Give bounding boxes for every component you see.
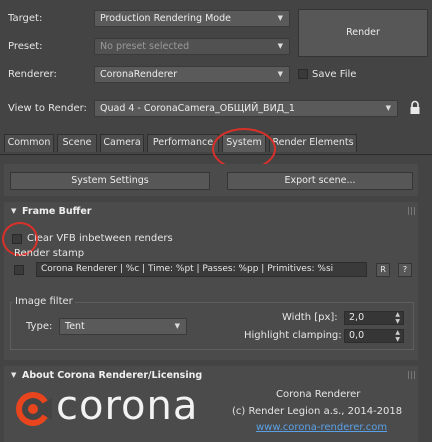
frame-buffer-title[interactable]: Frame Buffer — [22, 206, 91, 217]
highlight-clamping-label: Highlight clamping: — [244, 330, 342, 341]
stamp-help-button[interactable]: ? — [398, 263, 412, 277]
target-label: Target: — [8, 13, 43, 24]
preset-label: Preset: — [8, 41, 43, 52]
clear-vfb-label: Clear VFB inbetween renders — [27, 233, 173, 244]
collapse-arrow-icon[interactable]: ▼ — [11, 371, 16, 379]
website-link[interactable]: www.corona-renderer.com — [256, 422, 387, 433]
image-filter-label: Image filter — [13, 296, 75, 307]
tab-camera[interactable]: Camera — [100, 134, 144, 152]
corona-logo-text: corona — [56, 383, 199, 429]
view-to-render-label: View to Render: — [8, 103, 87, 114]
width-label: Width [px]: — [282, 312, 338, 323]
rollout-grip-icon — [408, 207, 416, 215]
preset-placeholder: No preset selected — [100, 41, 190, 52]
render-stamp-checkbox[interactable] — [14, 265, 24, 275]
preset-dropdown[interactable]: No preset selected ▼ — [94, 38, 290, 55]
about-title[interactable]: About Corona Renderer/Licensing — [22, 370, 202, 381]
tab-render-elements[interactable]: Render Elements — [269, 134, 357, 152]
render-button[interactable]: Render — [298, 9, 428, 57]
product-name: Corona Renderer — [276, 389, 361, 400]
width-spinner[interactable]: 2,0 ▲ ▼ — [344, 311, 404, 325]
copyright-text: (c) Render Legion a.s., 2014-2018 — [232, 406, 403, 417]
render-stamp-value: Corona Renderer | %c | Time: %pt | Passe… — [41, 264, 334, 274]
export-scene-button[interactable]: Export scene... — [227, 172, 413, 190]
stamp-reset-label: R — [380, 265, 386, 274]
stamp-reset-button[interactable]: R — [376, 263, 390, 277]
collapse-arrow-icon[interactable]: ▼ — [11, 207, 16, 215]
save-file-checkbox[interactable] — [298, 69, 308, 79]
tab-scene[interactable]: Scene — [57, 134, 97, 152]
renderer-label: Renderer: — [8, 69, 57, 80]
filter-type-value: Tent — [65, 321, 85, 332]
tab-common[interactable]: Common — [4, 134, 54, 152]
corona-logo-icon — [16, 392, 52, 426]
chevron-down-icon: ▼ — [277, 70, 283, 78]
width-value: 2,0 — [349, 312, 365, 323]
export-scene-label: Export scene... — [284, 175, 356, 186]
view-to-render-value: Quad 4 - CoronaCamera_ОБЩИЙ_ВИД_1 — [100, 103, 295, 114]
save-file-label: Save File — [312, 69, 357, 80]
chevron-down-icon: ▼ — [385, 104, 391, 112]
spinner-arrows-icon[interactable]: ▲ ▼ — [395, 329, 400, 343]
spinner-arrows-icon[interactable]: ▲ ▼ — [395, 311, 400, 325]
render-stamp-input[interactable]: Corona Renderer | %c | Time: %pt | Passe… — [36, 262, 367, 277]
stamp-help-label: ? — [402, 265, 408, 274]
system-settings-label: System Settings — [71, 175, 149, 186]
tab-performance[interactable]: Performance — [147, 134, 219, 152]
render-button-label: Render — [346, 27, 380, 38]
view-to-render-dropdown[interactable]: Quad 4 - CoronaCamera_ОБЩИЙ_ВИД_1 ▼ — [94, 100, 398, 117]
renderer-value: CoronaRenderer — [100, 69, 178, 80]
lock-icon[interactable] — [409, 100, 421, 115]
renderer-dropdown[interactable]: CoronaRenderer ▼ — [94, 66, 290, 83]
system-settings-button[interactable]: System Settings — [10, 172, 210, 190]
chevron-down-icon: ▼ — [174, 322, 180, 330]
render-stamp-label: Render stamp — [14, 248, 85, 259]
chevron-down-icon: ▼ — [277, 14, 283, 22]
highlight-clamping-spinner[interactable]: 0,0 ▲ ▼ — [344, 329, 404, 343]
filter-type-dropdown[interactable]: Tent ▼ — [59, 318, 187, 335]
target-dropdown[interactable]: Production Rendering Mode ▼ — [94, 10, 290, 27]
filter-type-label: Type: — [26, 321, 53, 332]
rollout-grip-icon — [408, 371, 416, 379]
highlight-clamping-value: 0,0 — [349, 330, 365, 341]
chevron-down-icon: ▼ — [277, 42, 283, 50]
target-value: Production Rendering Mode — [100, 13, 231, 24]
